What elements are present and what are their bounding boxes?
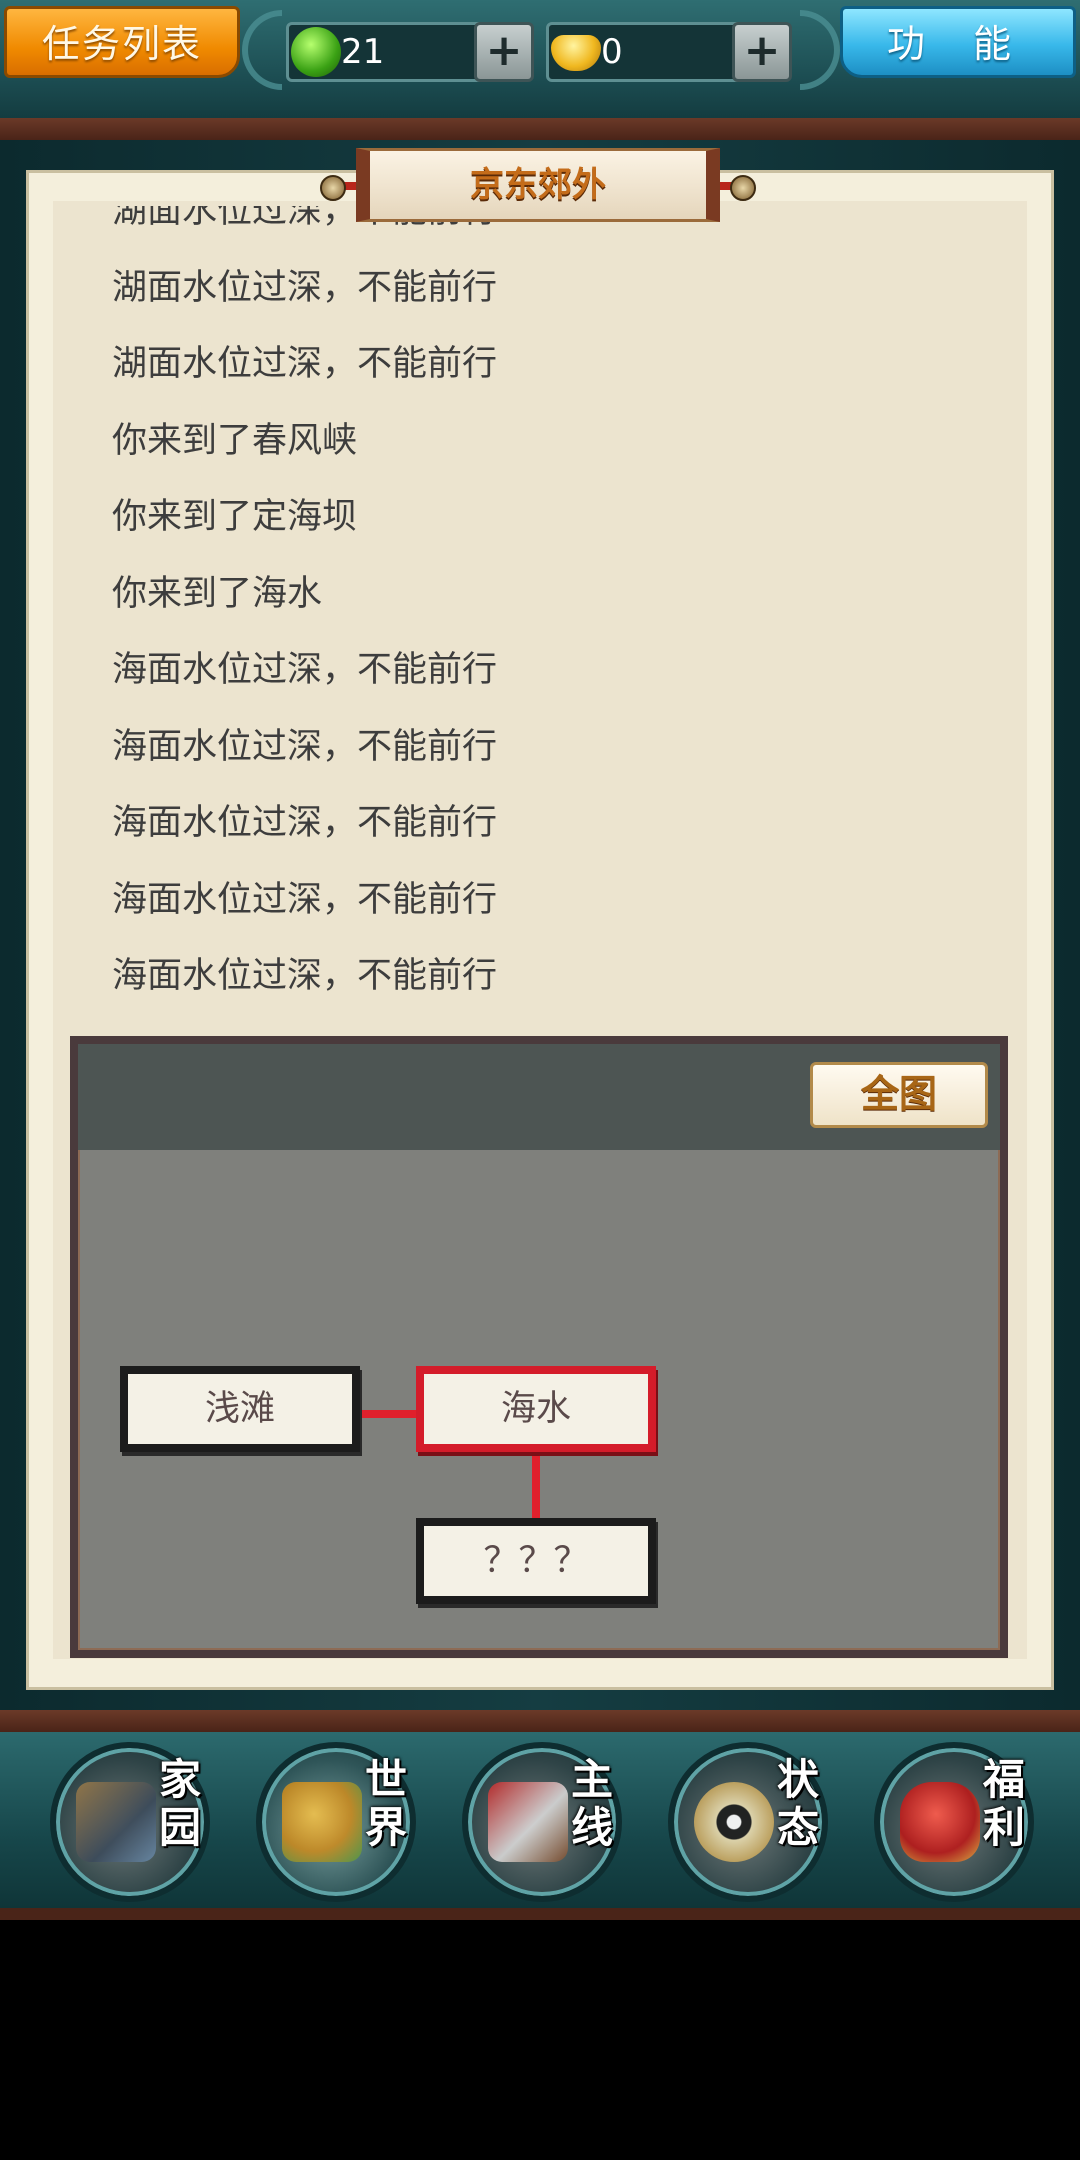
- nav-welfare[interactable]: 福利: [874, 1742, 1034, 1902]
- nav-home[interactable]: 家园: [50, 1742, 210, 1902]
- add-jade-button[interactable]: +: [474, 22, 534, 82]
- main-quest-icon: [488, 1782, 568, 1862]
- world-icon: [282, 1782, 362, 1862]
- top-bar: 任务列表 21 + 0 + 功 能: [0, 0, 1080, 122]
- nav-main-quest-label: 主线: [570, 1755, 613, 1852]
- divider-band-bottom: [0, 1710, 1080, 1732]
- function-button[interactable]: 功 能: [840, 6, 1076, 78]
- scroll-knob-right: [730, 175, 756, 201]
- nav-status-label: 状态: [776, 1755, 819, 1852]
- nav-world[interactable]: 世界: [256, 1742, 416, 1902]
- log-line: 海面水位过深，不能前行: [112, 650, 498, 690]
- log-line: 海面水位过深，不能前行: [112, 726, 498, 767]
- status-icon: [694, 1782, 774, 1862]
- scroll-knob-left: [320, 175, 346, 201]
- log-line: 海面水位过深，不能前行: [112, 803, 498, 843]
- log-line: 湖面水位过深，不能前行: [112, 267, 498, 308]
- location-title-scroll: 京东郊外: [320, 148, 756, 222]
- log-line: 你来到了海水: [112, 573, 323, 614]
- map-node-west[interactable]: 浅滩: [120, 1366, 360, 1452]
- game-screen: 任务列表 21 + 0 + 功 能 京东郊外 湖面水位过深，不能前行 湖面水位过…: [0, 0, 1080, 2160]
- log-line: 海面水位过深，不能前行: [112, 879, 498, 920]
- location-title: 京东郊外: [356, 148, 720, 222]
- log-line: 海面水位过深，不能前行: [112, 956, 498, 996]
- gold-currency-box: 0: [546, 22, 746, 82]
- ornament-right: [800, 10, 840, 90]
- divider-band: [0, 118, 1080, 140]
- add-gold-button[interactable]: +: [732, 22, 792, 82]
- log-line: 你来到了定海坝: [112, 497, 358, 537]
- nav-status[interactable]: 状态: [668, 1742, 828, 1902]
- map-header: 全图: [78, 1044, 1000, 1150]
- message-log[interactable]: 湖面水位过深，不能前行 湖面水位过深，不能前行 湖面水位过深，不能前行 你来到了…: [112, 206, 972, 1016]
- empty-area: [0, 1920, 1080, 2160]
- log-line: 湖面水位过深，不能前行: [112, 344, 498, 384]
- full-map-button[interactable]: 全图: [810, 1062, 988, 1128]
- bottom-edge: [0, 1908, 1080, 1920]
- nav-home-label: 家园: [158, 1755, 201, 1852]
- message-log-list: 湖面水位过深，不能前行 湖面水位过深，不能前行 湖面水位过深，不能前行 你来到了…: [112, 206, 497, 1015]
- welfare-icon: [900, 1782, 980, 1862]
- nav-main-quest[interactable]: 主线: [462, 1742, 622, 1902]
- mini-map: 全图 浅滩 海水 ？？？: [70, 1036, 1008, 1658]
- jade-coin-icon: [291, 27, 341, 77]
- ornament-left: [242, 10, 282, 90]
- map-node-south[interactable]: ？？？: [416, 1518, 656, 1604]
- gold-ingot-icon: [551, 35, 601, 71]
- nav-welfare-label: 福利: [982, 1755, 1025, 1852]
- home-icon: [76, 1782, 156, 1862]
- task-list-button[interactable]: 任务列表: [4, 6, 240, 78]
- map-node-current[interactable]: 海水: [416, 1366, 656, 1452]
- log-line: 你来到了春风峡: [112, 420, 358, 461]
- nav-world-label: 世界: [364, 1755, 407, 1852]
- map-link-west: [360, 1410, 420, 1418]
- gold-value: 0: [601, 32, 623, 72]
- jade-value: 21: [341, 32, 385, 72]
- jade-currency-box: 21: [286, 22, 486, 82]
